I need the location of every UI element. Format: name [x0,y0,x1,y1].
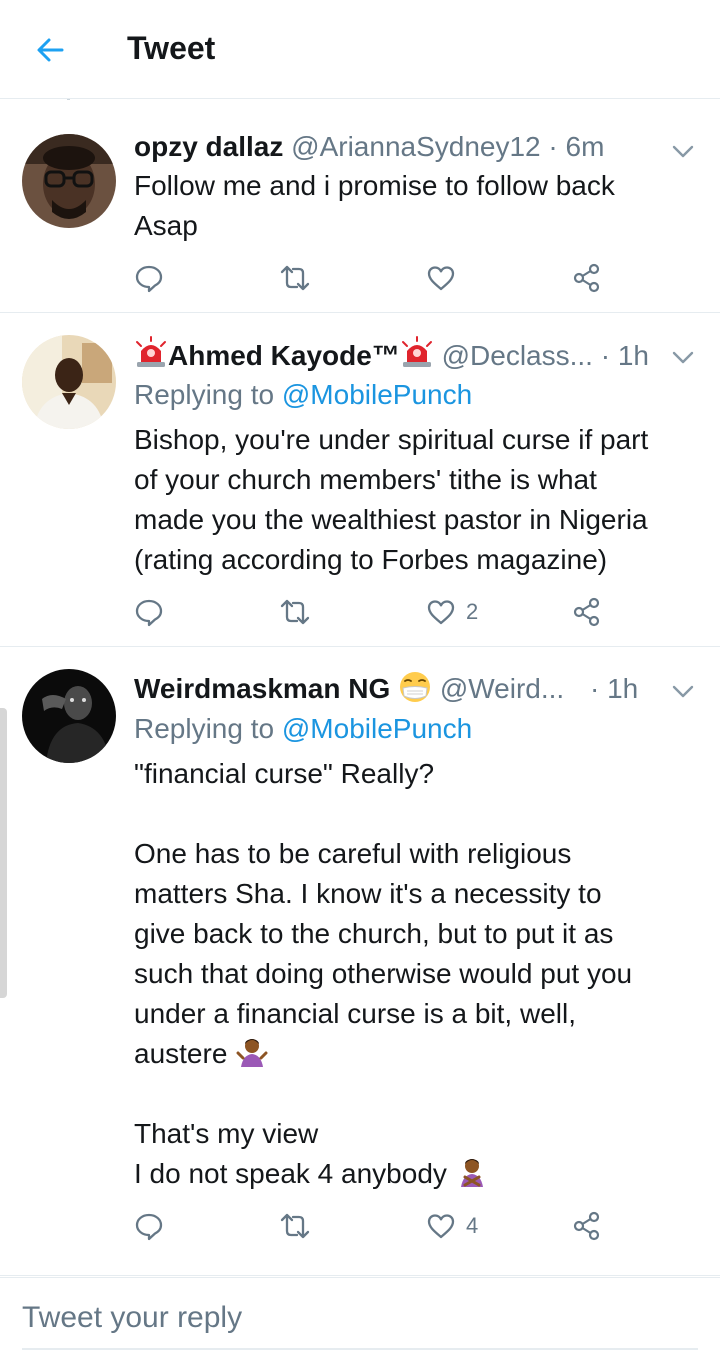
like-count: 4 [466,1213,479,1238]
text-line: Asap [134,210,198,241]
timestamp[interactable]: 1h [607,673,638,704]
reply-icon [135,1213,163,1241]
separator: · [548,131,558,162]
mention-link[interactable]: @MobilePunch [282,379,472,410]
tweet-actions: 2 [134,592,614,632]
display-name[interactable]: Ahmed Kayode™ [168,340,400,371]
retweet-icon [280,1213,310,1239]
user-handle[interactable]: @Weird... [440,673,564,704]
reply-composer [0,1277,720,1363]
replying-to: Replying to @MobilePunch [134,378,472,412]
tweet-text: Bishop, you're under spiritual curse if … [134,420,700,580]
tweet-actions: 4 [134,1206,614,1246]
replying-to-label: Replying to [134,713,282,744]
retweet-button[interactable] [280,258,320,298]
face-with-mask-emoji [400,672,431,702]
text-line: such that doing otherwise would put you [134,958,633,989]
user-handle[interactable]: @AriannaSydney12 [291,131,540,162]
chevron-down-icon[interactable] [670,678,696,704]
share-button[interactable] [572,1206,602,1246]
like-button[interactable]: 2 [426,592,478,632]
like-button[interactable] [426,258,466,298]
replying-to: Replying to @MobilePunch [134,712,472,746]
text-line: made you the wealthiest pastor in Nigeri… [134,504,648,535]
top-bar: Tweet [0,0,720,99]
text-line: Bishop, you're under spiritual curse if … [134,424,649,455]
back-button[interactable] [26,26,74,74]
scroll-indicator[interactable] [0,708,7,998]
user-handle[interactable]: @Declass... [442,340,593,371]
like-icon [427,266,455,291]
like-icon [427,1214,455,1239]
like-count: 2 [466,599,479,624]
separator: · [600,340,611,371]
share-icon [573,597,600,627]
text-line: I do not speak 4 anybody [134,1158,447,1189]
text-line: "financial curse" Really? [134,758,435,789]
tweet-header: Ahmed Kayode™ @Declass... · 1h [134,336,658,373]
share-button[interactable] [572,592,602,632]
text-line-with-emoji: I do not speak 4 anybody [134,1154,700,1194]
tweet-text: "financial curse" Really? One has to be … [134,754,700,1194]
text-line: under a financial curse is a bit, well, [134,998,576,1029]
tweet[interactable]: Ahmed Kayode™ @Declass... · 1h Replying … [0,314,720,647]
text-line: One has to be careful with religious [134,838,572,869]
like-button[interactable]: 4 [426,1206,478,1246]
text-line: give back to the church, but to put it a… [134,918,614,949]
separator: · [589,673,600,704]
reply-icon [135,599,163,627]
tweet-actions [134,258,614,298]
tweet[interactable]: Weirdmaskman NG @Weird... · 1h Replying … [0,648,720,1276]
reply-button[interactable] [134,1206,174,1246]
like-icon [427,600,455,625]
retweet-icon [280,599,310,625]
text-line: Follow me and i promise to follow back [134,170,615,201]
tweet[interactable]: opzy dallaz @AriannaSydney12 · 6m Follow… [0,100,720,313]
text-line: austere [134,1038,228,1069]
reply-input[interactable] [22,1288,698,1350]
chevron-down-icon[interactable] [670,138,696,164]
tweet-header: Weirdmaskman NG @Weird... · 1h [134,670,658,706]
display-name[interactable]: Weirdmaskman NG [134,673,390,704]
tweet-header: opzy dallaz @AriannaSydney12 · 6m [134,130,658,164]
text-line: matters Sha. I know it's a necessity to [134,878,602,909]
share-button[interactable] [572,258,602,298]
chevron-down-icon[interactable] [670,344,696,370]
text-line-with-emoji: austere [134,1034,700,1074]
retweet-icon [280,265,310,291]
share-icon [573,263,600,293]
share-icon [573,1211,600,1241]
retweet-button[interactable] [280,1206,320,1246]
siren-emoji [401,336,432,367]
page-title: Tweet [127,30,216,66]
avatar[interactable] [22,669,116,763]
timestamp[interactable]: 6m [566,131,605,162]
reply-icon [135,265,163,293]
reply-button[interactable] [134,258,174,298]
avatar[interactable] [22,134,116,228]
display-name[interactable]: opzy dallaz [134,131,283,162]
back-arrow-icon [37,38,64,62]
person-shrugging-emoji [236,1039,268,1067]
avatar[interactable] [22,335,116,429]
tweet-text: Follow me and i promise to follow back A… [134,166,700,246]
replying-to-label: Replying to [134,379,282,410]
text-line: of your church members' tithe is what [134,464,597,495]
text-line: That's my view [134,1118,319,1149]
reply-button[interactable] [134,592,174,632]
timestamp[interactable]: 1h [618,340,649,371]
retweet-button[interactable] [280,592,320,632]
text-line: (rating according to Forbes magazine) [134,544,608,575]
siren-emoji [136,336,166,367]
mention-link[interactable]: @MobilePunch [282,713,472,744]
person-gesturing-no-emoji [460,1159,483,1187]
